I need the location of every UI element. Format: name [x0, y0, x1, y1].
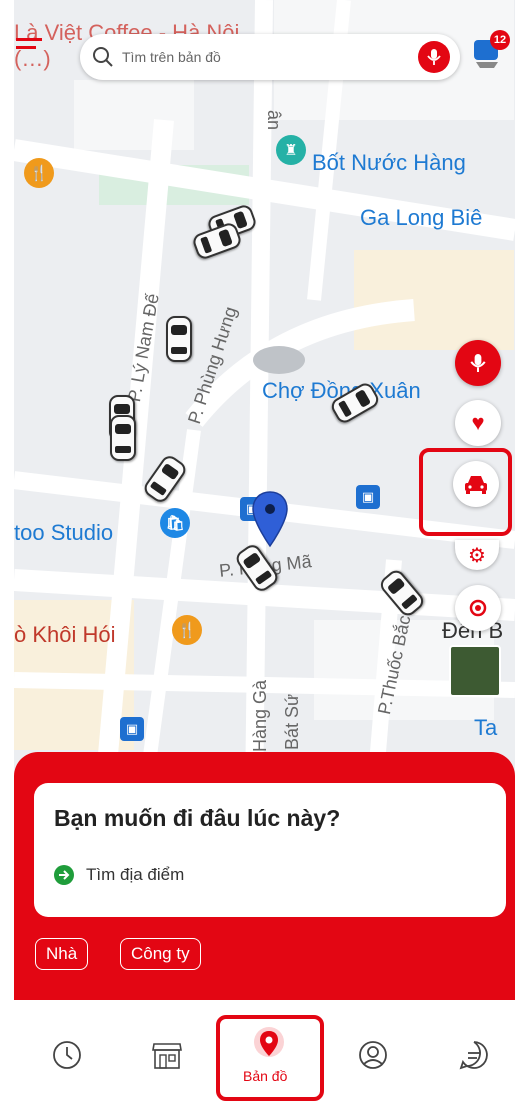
satellite-layer-thumbnail[interactable] — [449, 645, 501, 697]
destination-card[interactable]: Bạn muốn đi đâu lúc này? Tìm địa điểm — [34, 783, 506, 917]
search-icon — [93, 47, 113, 67]
place-bot-nuoc[interactable]: Bốt Nước Hàng — [312, 150, 466, 176]
search-input[interactable]: Tìm trên bản đồ — [122, 49, 418, 65]
street-an: ân — [264, 110, 284, 131]
find-place-button[interactable]: Tìm địa điểm — [54, 865, 184, 885]
shop-icon[interactable]: 🛍 — [160, 508, 190, 538]
street-hang-ga: Hàng Gà — [250, 679, 270, 752]
restaurant-icon[interactable]: 🍴 — [172, 615, 202, 645]
current-location-pin-icon — [252, 491, 288, 548]
map-view[interactable]: P. Lý Nam Đế P. Phùng Hưng P. Hàng Mã P.… — [14, 0, 515, 800]
place-ga-long-bien[interactable]: Ga Long Biê — [360, 205, 482, 231]
landmark-pin-icon[interactable]: ♜ — [276, 135, 306, 165]
sheet-title: Bạn muốn đi đâu lúc này? — [54, 805, 341, 831]
place-ta[interactable]: Ta — [474, 715, 497, 741]
microphone-icon — [470, 354, 486, 372]
nav-map-label[interactable]: Bản đồ — [243, 1068, 287, 1084]
microphone-icon — [427, 49, 441, 65]
map-search-bar[interactable]: Tìm trên bản đồ — [80, 34, 460, 80]
bus-stop-icon[interactable]: ▣ — [356, 485, 380, 509]
notification-badge: 12 — [490, 30, 510, 50]
account-icon[interactable] — [356, 1038, 390, 1072]
bus-stop-icon[interactable]: ▣ — [120, 717, 144, 741]
chat-icon[interactable] — [457, 1038, 491, 1072]
love-service-button[interactable]: ♥ — [455, 400, 501, 446]
car-icon — [465, 476, 487, 494]
street-bat-su: Bát Sứ — [282, 693, 302, 750]
history-clock-icon[interactable] — [50, 1038, 84, 1072]
locate-target-icon — [469, 599, 487, 617]
store-icon[interactable] — [150, 1038, 184, 1072]
voice-search-button[interactable] — [418, 41, 450, 73]
place-studio[interactable]: too Studio — [14, 520, 113, 546]
menu-icon[interactable] — [16, 36, 46, 58]
arrow-right-icon — [54, 865, 74, 885]
restaurant-icon[interactable]: 🍴 — [24, 158, 54, 188]
find-place-label: Tìm địa điểm — [86, 865, 185, 884]
voice-assistant-button[interactable] — [455, 340, 501, 386]
chip-work[interactable]: Công ty — [120, 938, 201, 970]
chip-home[interactable]: Nhà — [35, 938, 89, 970]
taxi-car-icon — [110, 415, 136, 461]
heart-icon: ♥ — [471, 410, 485, 435]
taxi-car-icon — [166, 316, 192, 362]
place-khoi-hoi[interactable]: ò Khôi Hói — [14, 622, 116, 648]
nav-active-highlight — [216, 1015, 324, 1101]
gear-icon: ⚙ — [468, 544, 486, 567]
taxi-service-button[interactable] — [453, 461, 499, 507]
locate-me-button[interactable] — [455, 585, 501, 631]
